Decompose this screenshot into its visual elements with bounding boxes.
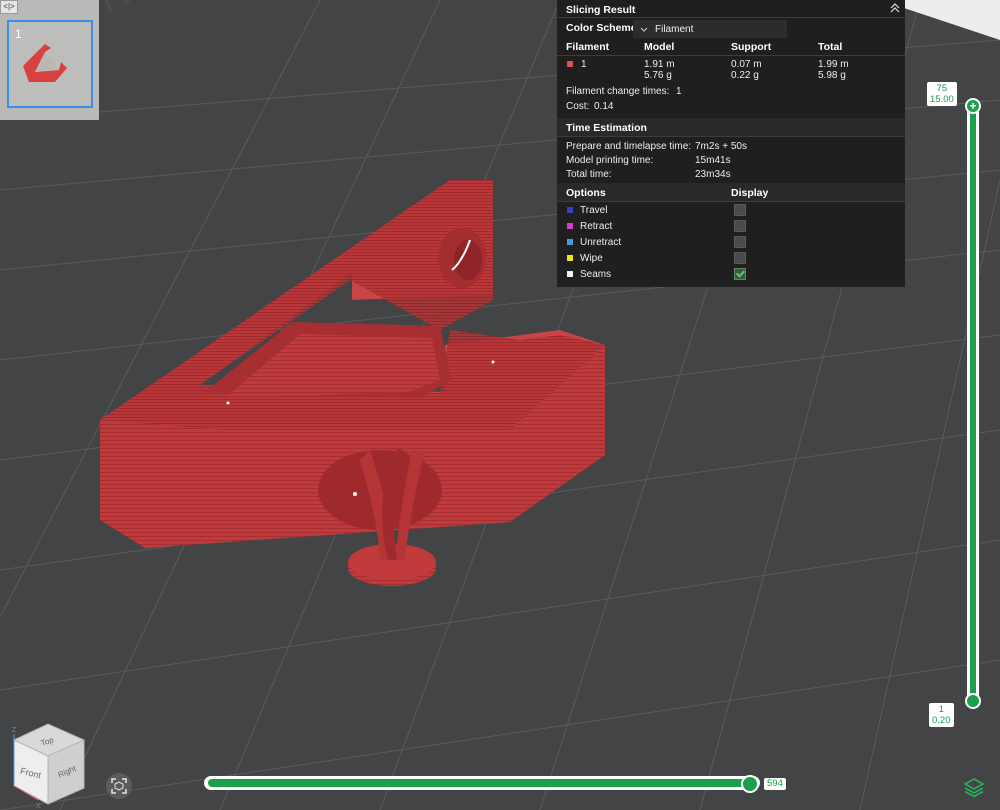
option-retract-label: Retract (580, 221, 613, 232)
option-unretract-label: Unretract (580, 237, 622, 248)
prepare-time-label: Prepare and timelapse time: (566, 141, 692, 152)
retract-display-checkbox[interactable] (734, 220, 746, 232)
total-length: 1.99 m (818, 59, 849, 70)
filament-id: 1 (581, 59, 587, 70)
filament-change-value: 1 (676, 86, 682, 97)
layer-top-label: 75 15.00 (927, 82, 957, 106)
model-printing-time-value: 15m41s (695, 155, 731, 166)
travel-swatch (567, 207, 573, 213)
filament-change-label: Filament change times: (566, 86, 670, 97)
column-support: Support (731, 41, 772, 53)
time-estimation-title: Time Estimation (566, 122, 647, 134)
layers-toggle-button[interactable] (962, 776, 986, 798)
retract-swatch (567, 223, 573, 229)
option-wipe-label: Wipe (580, 253, 603, 264)
fit-view-icon (111, 778, 127, 794)
seams-swatch (567, 271, 573, 277)
layer-top-number: 75 (936, 83, 948, 94)
prepare-time-value: 7m2s + 50s (695, 141, 747, 152)
chevron-down-icon (640, 27, 648, 32)
layer-slider-range (970, 108, 976, 698)
chevron-up-icon (890, 3, 900, 13)
sidebar-toggle-button[interactable]: <|> (0, 0, 18, 14)
wipe-display-checkbox[interactable] (734, 252, 746, 264)
total-weight: 5.98 g (818, 70, 846, 81)
model-length: 1.91 m (644, 59, 675, 70)
move-slider-value: 594 (764, 778, 786, 790)
layer-slider-top-handle[interactable]: + (965, 98, 981, 114)
color-scheme-label: Color Scheme (566, 22, 637, 34)
slicing-result-title: Slicing Result (566, 4, 636, 16)
support-weight: 0.22 g (731, 70, 759, 81)
plate-thumbnail-panel: <|> 1 (0, 0, 99, 120)
column-model: Model (644, 41, 675, 53)
collapse-panel-button[interactable] (889, 2, 901, 14)
total-time-value: 23m34s (695, 169, 731, 180)
layer-top-height: 15.00 (930, 94, 954, 105)
support-length: 0.07 m (731, 59, 762, 70)
model-weight: 5.76 g (644, 70, 672, 81)
display-header: Display (731, 187, 769, 199)
layer-bottom-height: 0.20 (932, 715, 951, 726)
plate-number: 1 (15, 27, 22, 41)
color-scheme-value: Filament (655, 24, 694, 35)
fit-view-button[interactable] (106, 773, 132, 799)
column-total: Total (818, 41, 843, 53)
travel-display-checkbox[interactable] (734, 204, 746, 216)
view-cube[interactable]: Top Front Right Z X (8, 720, 90, 810)
move-slider-handle[interactable] (741, 775, 759, 793)
cost-value: 0.14 (594, 101, 614, 112)
cost-label: Cost: (566, 101, 590, 112)
filament-color-swatch (567, 61, 573, 67)
axis-z-label: Z (12, 727, 17, 734)
unretract-display-checkbox[interactable] (734, 236, 746, 248)
axis-x-label: X (36, 803, 41, 810)
option-travel-label: Travel (580, 205, 608, 216)
total-time-label: Total time: (566, 169, 612, 180)
color-scheme-dropdown[interactable]: Filament (633, 20, 787, 38)
layer-slider-bottom-handle[interactable] (965, 693, 981, 709)
layers-icon (963, 778, 985, 798)
layer-bottom-number: 1 (938, 704, 944, 715)
column-filament: Filament (566, 41, 610, 53)
wipe-swatch (567, 255, 573, 261)
model-printing-time-label: Model printing time: (566, 155, 654, 166)
layer-bottom-label: 1 0.20 (929, 703, 954, 727)
plate-thumbnail[interactable]: 1 (7, 20, 93, 108)
move-slider-range (208, 779, 752, 787)
seams-display-checkbox[interactable] (734, 268, 746, 280)
options-header: Options (566, 187, 606, 199)
slicing-result-panel: Slicing Result Color Scheme Filament Fil… (557, 0, 905, 287)
unretract-swatch (567, 239, 573, 245)
option-seams-label: Seams (580, 269, 612, 280)
